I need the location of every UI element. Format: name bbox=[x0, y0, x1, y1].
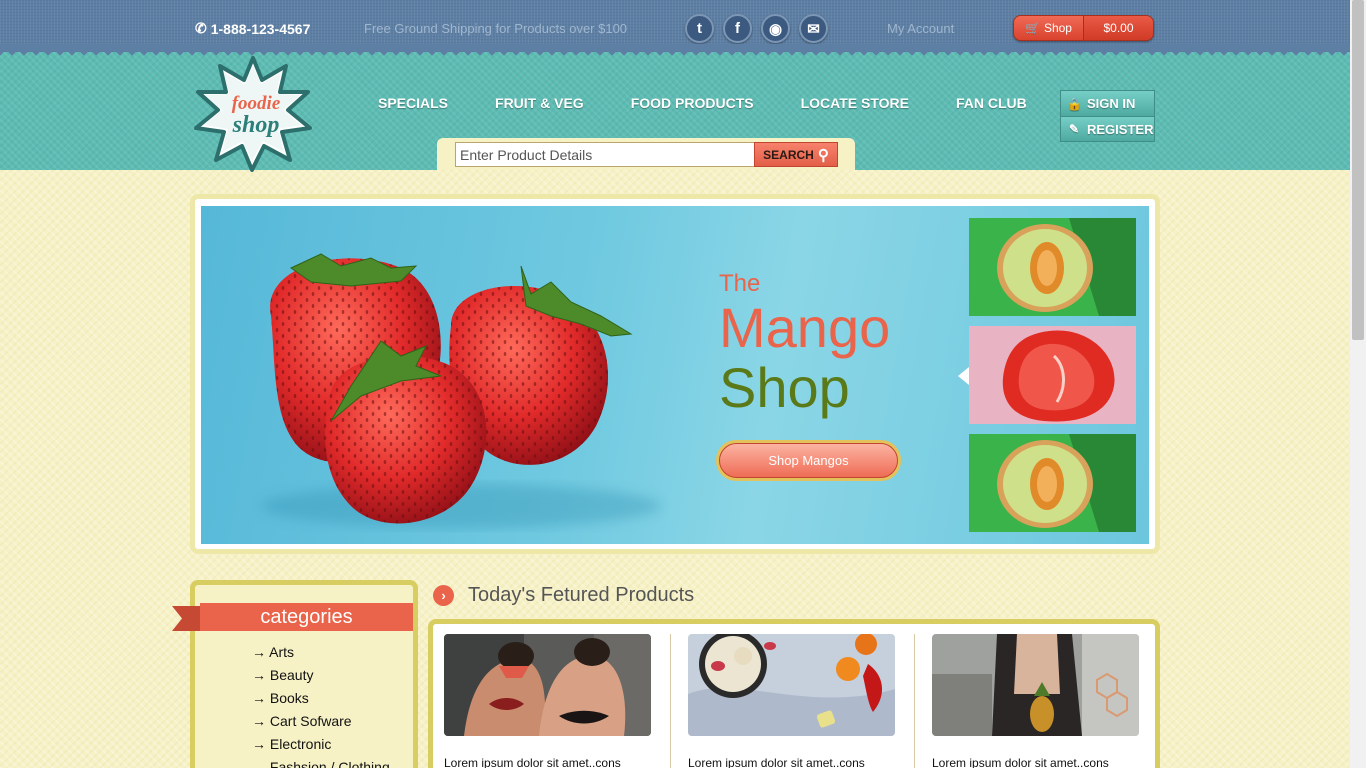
rss-icon[interactable]: ◉ bbox=[761, 14, 790, 43]
category-arts[interactable]: → Arts bbox=[252, 645, 390, 668]
pencil-icon: ✎ bbox=[1068, 122, 1080, 136]
lock-icon: 🔒 bbox=[1067, 96, 1082, 111]
melon-image bbox=[969, 434, 1136, 532]
nav-food-products[interactable]: FOOD PRODUCTS bbox=[631, 95, 754, 111]
cart-label: Shop bbox=[1043, 21, 1072, 35]
shopping-cart-icon: 🛒 bbox=[1025, 21, 1040, 35]
cart-shop[interactable]: 🛒 Shop bbox=[1014, 16, 1084, 40]
search-button-label: SEARCH bbox=[763, 147, 814, 162]
product-photo-1 bbox=[444, 634, 651, 736]
product-image-2[interactable] bbox=[688, 634, 895, 736]
register-button[interactable]: ✎ REGISTER bbox=[1061, 116, 1154, 141]
shop-mangos-button[interactable]: Shop Mangos bbox=[716, 440, 901, 481]
categories-title: categories bbox=[200, 603, 413, 631]
thumb-melon-2[interactable] bbox=[969, 434, 1136, 532]
cart-button[interactable]: 🛒 Shop $0.00 bbox=[1013, 15, 1154, 41]
strawberry-slice-image bbox=[969, 326, 1136, 424]
product-image-3[interactable] bbox=[932, 634, 1139, 736]
phone-text: 1-888-123-4567 bbox=[210, 20, 311, 37]
shipping-notice: Free Ground Shipping for Products over $… bbox=[364, 21, 628, 36]
melon-image bbox=[969, 218, 1136, 316]
featured-title: Today's Fetured Products bbox=[468, 584, 695, 606]
search-button[interactable]: SEARCH ⚲ bbox=[754, 142, 838, 167]
phone-icon: ✆ bbox=[195, 20, 207, 36]
search-icon: ⚲ bbox=[817, 146, 829, 164]
main-nav: SPECIALS FRUIT & VEG FOOD PRODUCTS LOCAT… bbox=[378, 95, 1027, 111]
hero-title-shop: Shop bbox=[719, 356, 850, 419]
nav-locate-store[interactable]: LOCATE STORE bbox=[801, 95, 909, 111]
nav-fruit-veg[interactable]: FRUIT & VEG bbox=[495, 95, 584, 111]
logo-text-shop: shop bbox=[232, 112, 280, 138]
register-label: REGISTER bbox=[1087, 121, 1154, 137]
social-links: t f ◉ ✉ bbox=[685, 14, 828, 43]
product-image-1[interactable] bbox=[444, 634, 651, 736]
hero-the: The bbox=[719, 270, 761, 297]
thumb-melon-1[interactable] bbox=[969, 218, 1136, 316]
facebook-icon[interactable]: f bbox=[723, 14, 752, 43]
hero-title-mango: Mango bbox=[719, 296, 891, 359]
chevron-right-icon: › bbox=[433, 585, 454, 606]
categories-ribbon-tail bbox=[172, 606, 202, 631]
sign-in-label: SIGN IN bbox=[1087, 96, 1136, 111]
cart-total: $0.00 bbox=[1084, 16, 1153, 40]
sign-in-button[interactable]: 🔒 SIGN IN bbox=[1061, 91, 1154, 116]
logo-text-foodie: foodie bbox=[232, 93, 281, 114]
nav-specials[interactable]: SPECIALS bbox=[378, 95, 448, 111]
product-desc-1[interactable]: Lorem ipsum dolor sit amet..cons bbox=[444, 756, 621, 768]
phone-number: ✆ 1-888-123-4567 bbox=[195, 20, 310, 37]
category-cart-software[interactable]: → Cart Sofware bbox=[252, 714, 390, 737]
foodie-shop-logo[interactable]: foodie shop bbox=[194, 56, 312, 172]
product-divider bbox=[670, 634, 671, 768]
category-books[interactable]: → Books bbox=[252, 691, 390, 714]
auth-box: 🔒 SIGN IN ✎ REGISTER bbox=[1060, 90, 1155, 142]
product-desc-3[interactable]: Lorem ipsum dolor sit amet..cons bbox=[932, 756, 1109, 768]
active-thumb-pointer bbox=[958, 367, 969, 385]
twitter-icon[interactable]: t bbox=[685, 14, 714, 43]
product-photo-3 bbox=[932, 634, 1139, 736]
product-desc-2[interactable]: Lorem ipsum dolor sit amet..cons bbox=[688, 756, 865, 768]
search-input[interactable] bbox=[455, 142, 755, 167]
nav-fan-club[interactable]: FAN CLUB bbox=[956, 95, 1027, 111]
product-divider bbox=[914, 634, 915, 768]
page-scrollbar-thumb[interactable] bbox=[1352, 0, 1364, 340]
category-beauty[interactable]: → Beauty bbox=[252, 668, 390, 691]
thumb-strawberry[interactable] bbox=[969, 326, 1136, 424]
shop-mangos-label: Shop Mangos bbox=[719, 443, 898, 478]
category-fashion-clothing[interactable]: → Fashsion / Clothing bbox=[252, 760, 390, 768]
categories-list: → Arts → Beauty → Books → Cart Sofware →… bbox=[252, 645, 390, 768]
mail-icon[interactable]: ✉ bbox=[799, 14, 828, 43]
product-photo-2 bbox=[688, 634, 895, 736]
category-electronic[interactable]: → Electronic bbox=[252, 737, 390, 760]
my-account-link[interactable]: My Account bbox=[887, 21, 954, 36]
